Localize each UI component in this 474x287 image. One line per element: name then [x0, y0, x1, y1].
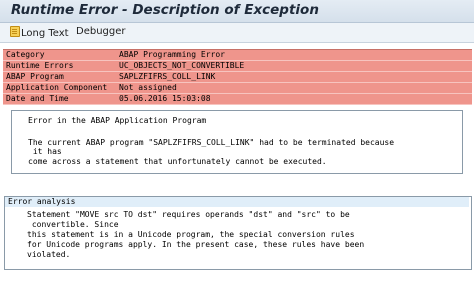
- error-text-line: it has: [28, 147, 62, 156]
- error-analysis-heading-bar: Error analysis: [5, 197, 469, 207]
- info-value: Not assigned: [119, 83, 177, 92]
- analysis-text-line: this statement is in a Unicode program, …: [27, 230, 355, 239]
- info-key: Application Component: [6, 83, 108, 92]
- analysis-text-line: for Unicode programs apply. In the prese…: [27, 240, 365, 249]
- info-row: ABAP Program SAPLZFIFRS_COLL_LINK: [3, 72, 472, 83]
- error-analysis-box: Error analysis Statement "MOVE src TO ds…: [4, 196, 472, 270]
- info-value: SAPLZFIFRS_COLL_LINK: [119, 72, 216, 81]
- title-bar: Runtime Error - Description of Exception: [0, 0, 474, 23]
- info-key: Category: [6, 50, 45, 59]
- error-info-table: Category ABAP Programming Error Runtime E…: [3, 49, 472, 105]
- error-analysis-heading: Error analysis: [8, 197, 76, 206]
- error-text-line: The current ABAP program "SAPLZFIFRS_COL…: [28, 138, 395, 147]
- error-heading: Error in the ABAP Application Program: [28, 116, 207, 125]
- info-value: ABAP Programming Error: [119, 50, 225, 59]
- toolbar: Long Text Debugger: [0, 23, 474, 43]
- info-key: ABAP Program: [6, 72, 64, 81]
- analysis-text-line: violated.: [27, 250, 71, 259]
- info-row: Application Component Not assigned: [3, 83, 472, 94]
- info-row: Date and Time 05.06.2016 15:03:08: [3, 94, 472, 105]
- error-text-line: come across a statement that unfortunate…: [28, 157, 327, 166]
- info-key: Runtime Errors: [6, 61, 74, 70]
- long-text-icon: [10, 26, 20, 37]
- info-value: UC_OBJECTS_NOT_CONVERTIBLE: [119, 61, 245, 70]
- analysis-text-line: Statement "MOVE src TO dst" requires ope…: [27, 210, 350, 219]
- error-description-box: Error in the ABAP Application Program Th…: [11, 110, 463, 174]
- long-text-button[interactable]: Long Text: [10, 26, 69, 39]
- window-title: Runtime Error - Description of Exception: [11, 2, 319, 18]
- info-key: Date and Time: [6, 94, 69, 103]
- info-row: Category ABAP Programming Error: [3, 50, 472, 61]
- info-row: Runtime Errors UC_OBJECTS_NOT_CONVERTIBLE: [3, 61, 472, 72]
- long-text-label: Long Text: [21, 28, 69, 39]
- debugger-button[interactable]: Debugger: [76, 26, 126, 37]
- analysis-text-line: convertible. Since: [27, 220, 119, 229]
- info-value: 05.06.2016 15:03:08: [119, 94, 211, 103]
